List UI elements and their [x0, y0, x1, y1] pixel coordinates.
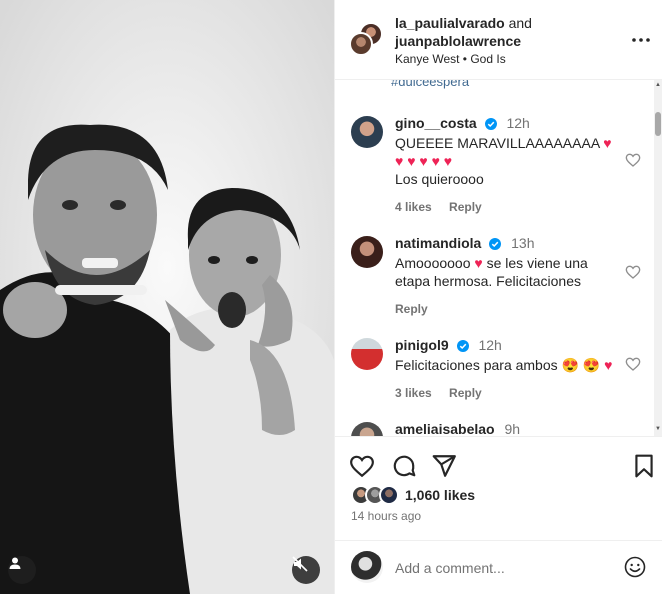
avatar[interactable] [351, 236, 383, 268]
user-tag-icon [9, 557, 21, 569]
avatar[interactable] [349, 32, 373, 56]
scroll-up-arrow[interactable]: ▲ [655, 82, 661, 88]
comment-time: 9h [504, 421, 521, 436]
emoji-group: 😍 😍 ♥ [561, 357, 613, 373]
avatar [351, 551, 383, 583]
avatar[interactable] [351, 116, 383, 148]
post-actions: 1,060 likes 14 hours ago [335, 436, 662, 526]
likes-summary[interactable]: 1,060 likes [351, 485, 475, 505]
author-avatars[interactable] [349, 22, 385, 56]
comment-input[interactable] [395, 557, 605, 579]
comment-text: QUEEEE MARAVILLAAAAAAAA ♥ ♥ ♥ ♥ ♥ ♥ Los … [395, 134, 615, 188]
avatar[interactable] [351, 338, 383, 370]
comment-likes[interactable]: 4 likes [395, 200, 432, 214]
comment-body: gino__costa 12h QUEEEE MARAVILLAAAAAAAA … [395, 114, 615, 216]
heart-emoji: ♥ [474, 255, 483, 271]
post-timestamp[interactable]: 14 hours ago [351, 509, 421, 523]
mute-button[interactable] [292, 556, 320, 584]
comment-username[interactable]: ameliaisabelao [395, 421, 495, 436]
verified-icon [456, 340, 469, 352]
user-tag-button[interactable] [8, 556, 36, 584]
heart-icon[interactable] [625, 264, 641, 280]
comment-text-line: Los quieroooo [395, 171, 484, 187]
comment-body: ameliaisabelao 9h [395, 420, 615, 436]
comment-text-line: Amooooooo [395, 255, 471, 271]
comment-meta: 3 likes Reply [395, 384, 615, 402]
comment-text: Felicitaciones para ambos 😍 😍 ♥ [395, 356, 615, 374]
more-icon [632, 38, 650, 42]
emoji-icon[interactable] [623, 555, 647, 579]
heart-emoji: ♥ [603, 135, 612, 151]
comments-list[interactable]: #dulceespera gino__costa 12h QUEEEE MARA… [335, 80, 662, 436]
scrollbar-thumb[interactable] [655, 112, 661, 136]
more-options-button[interactable] [629, 28, 653, 52]
comment-username[interactable]: natimandiola [395, 235, 481, 251]
heart-icon[interactable] [625, 152, 641, 168]
avatar [379, 485, 399, 505]
bookmark-icon[interactable] [631, 453, 657, 479]
post-photo[interactable] [0, 0, 334, 594]
comment-body: pinigol9 12h Felicitaciones para ambos 😍… [395, 336, 615, 402]
and-text: and [508, 15, 532, 31]
author-names: la_paulialvarado and juanpablolawrence [395, 14, 615, 50]
comment-username[interactable]: pinigol9 [395, 337, 449, 353]
comment-meta: 4 likes Reply [395, 198, 615, 216]
heart-emojis: ♥ ♥ ♥ ♥ ♥ [395, 153, 453, 169]
comment-text: Amooooooo ♥ se les viene una etapa hermo… [395, 254, 615, 290]
comment-body: natimandiola 13h Amooooooo ♥ se les vien… [395, 234, 615, 318]
comment-meta: Reply [395, 300, 615, 318]
post-panel: la_paulialvarado and juanpablolawrence K… [334, 0, 662, 594]
comment-likes[interactable]: 3 likes [395, 386, 432, 400]
comment-icon[interactable] [391, 453, 417, 479]
reply-button[interactable]: Reply [449, 200, 482, 214]
add-comment-bar [335, 540, 662, 594]
comment-time: 12h [478, 337, 502, 353]
hashtag-link[interactable]: #dulceespera [391, 80, 469, 89]
comment-time: 13h [511, 235, 535, 251]
photo-image [0, 0, 334, 594]
post-header: la_paulialvarado and juanpablolawrence K… [335, 0, 662, 80]
audio-label[interactable]: Kanye West • God Is [395, 52, 506, 66]
comment-text-line: Felicitaciones para ambos [395, 357, 558, 373]
share-icon[interactable] [431, 453, 457, 479]
verified-icon [489, 238, 502, 250]
comment-text-line: QUEEEE MARAVILLAAAAAAAA [395, 135, 600, 151]
reply-button[interactable]: Reply [395, 302, 428, 316]
heart-icon[interactable] [349, 453, 375, 479]
verified-icon [484, 118, 497, 130]
author-link[interactable]: la_paulialvarado [395, 15, 505, 31]
likes-count[interactable]: 1,060 likes [405, 487, 475, 503]
avatar[interactable] [351, 422, 383, 436]
mute-icon [292, 556, 308, 572]
heart-icon[interactable] [625, 356, 641, 372]
coauthor-link[interactable]: juanpablolawrence [395, 33, 521, 49]
reply-button[interactable]: Reply [449, 386, 482, 400]
comment-username[interactable]: gino__costa [395, 115, 477, 131]
scroll-down-arrow[interactable]: ▼ [655, 426, 661, 432]
comment-time: 12h [506, 115, 530, 131]
